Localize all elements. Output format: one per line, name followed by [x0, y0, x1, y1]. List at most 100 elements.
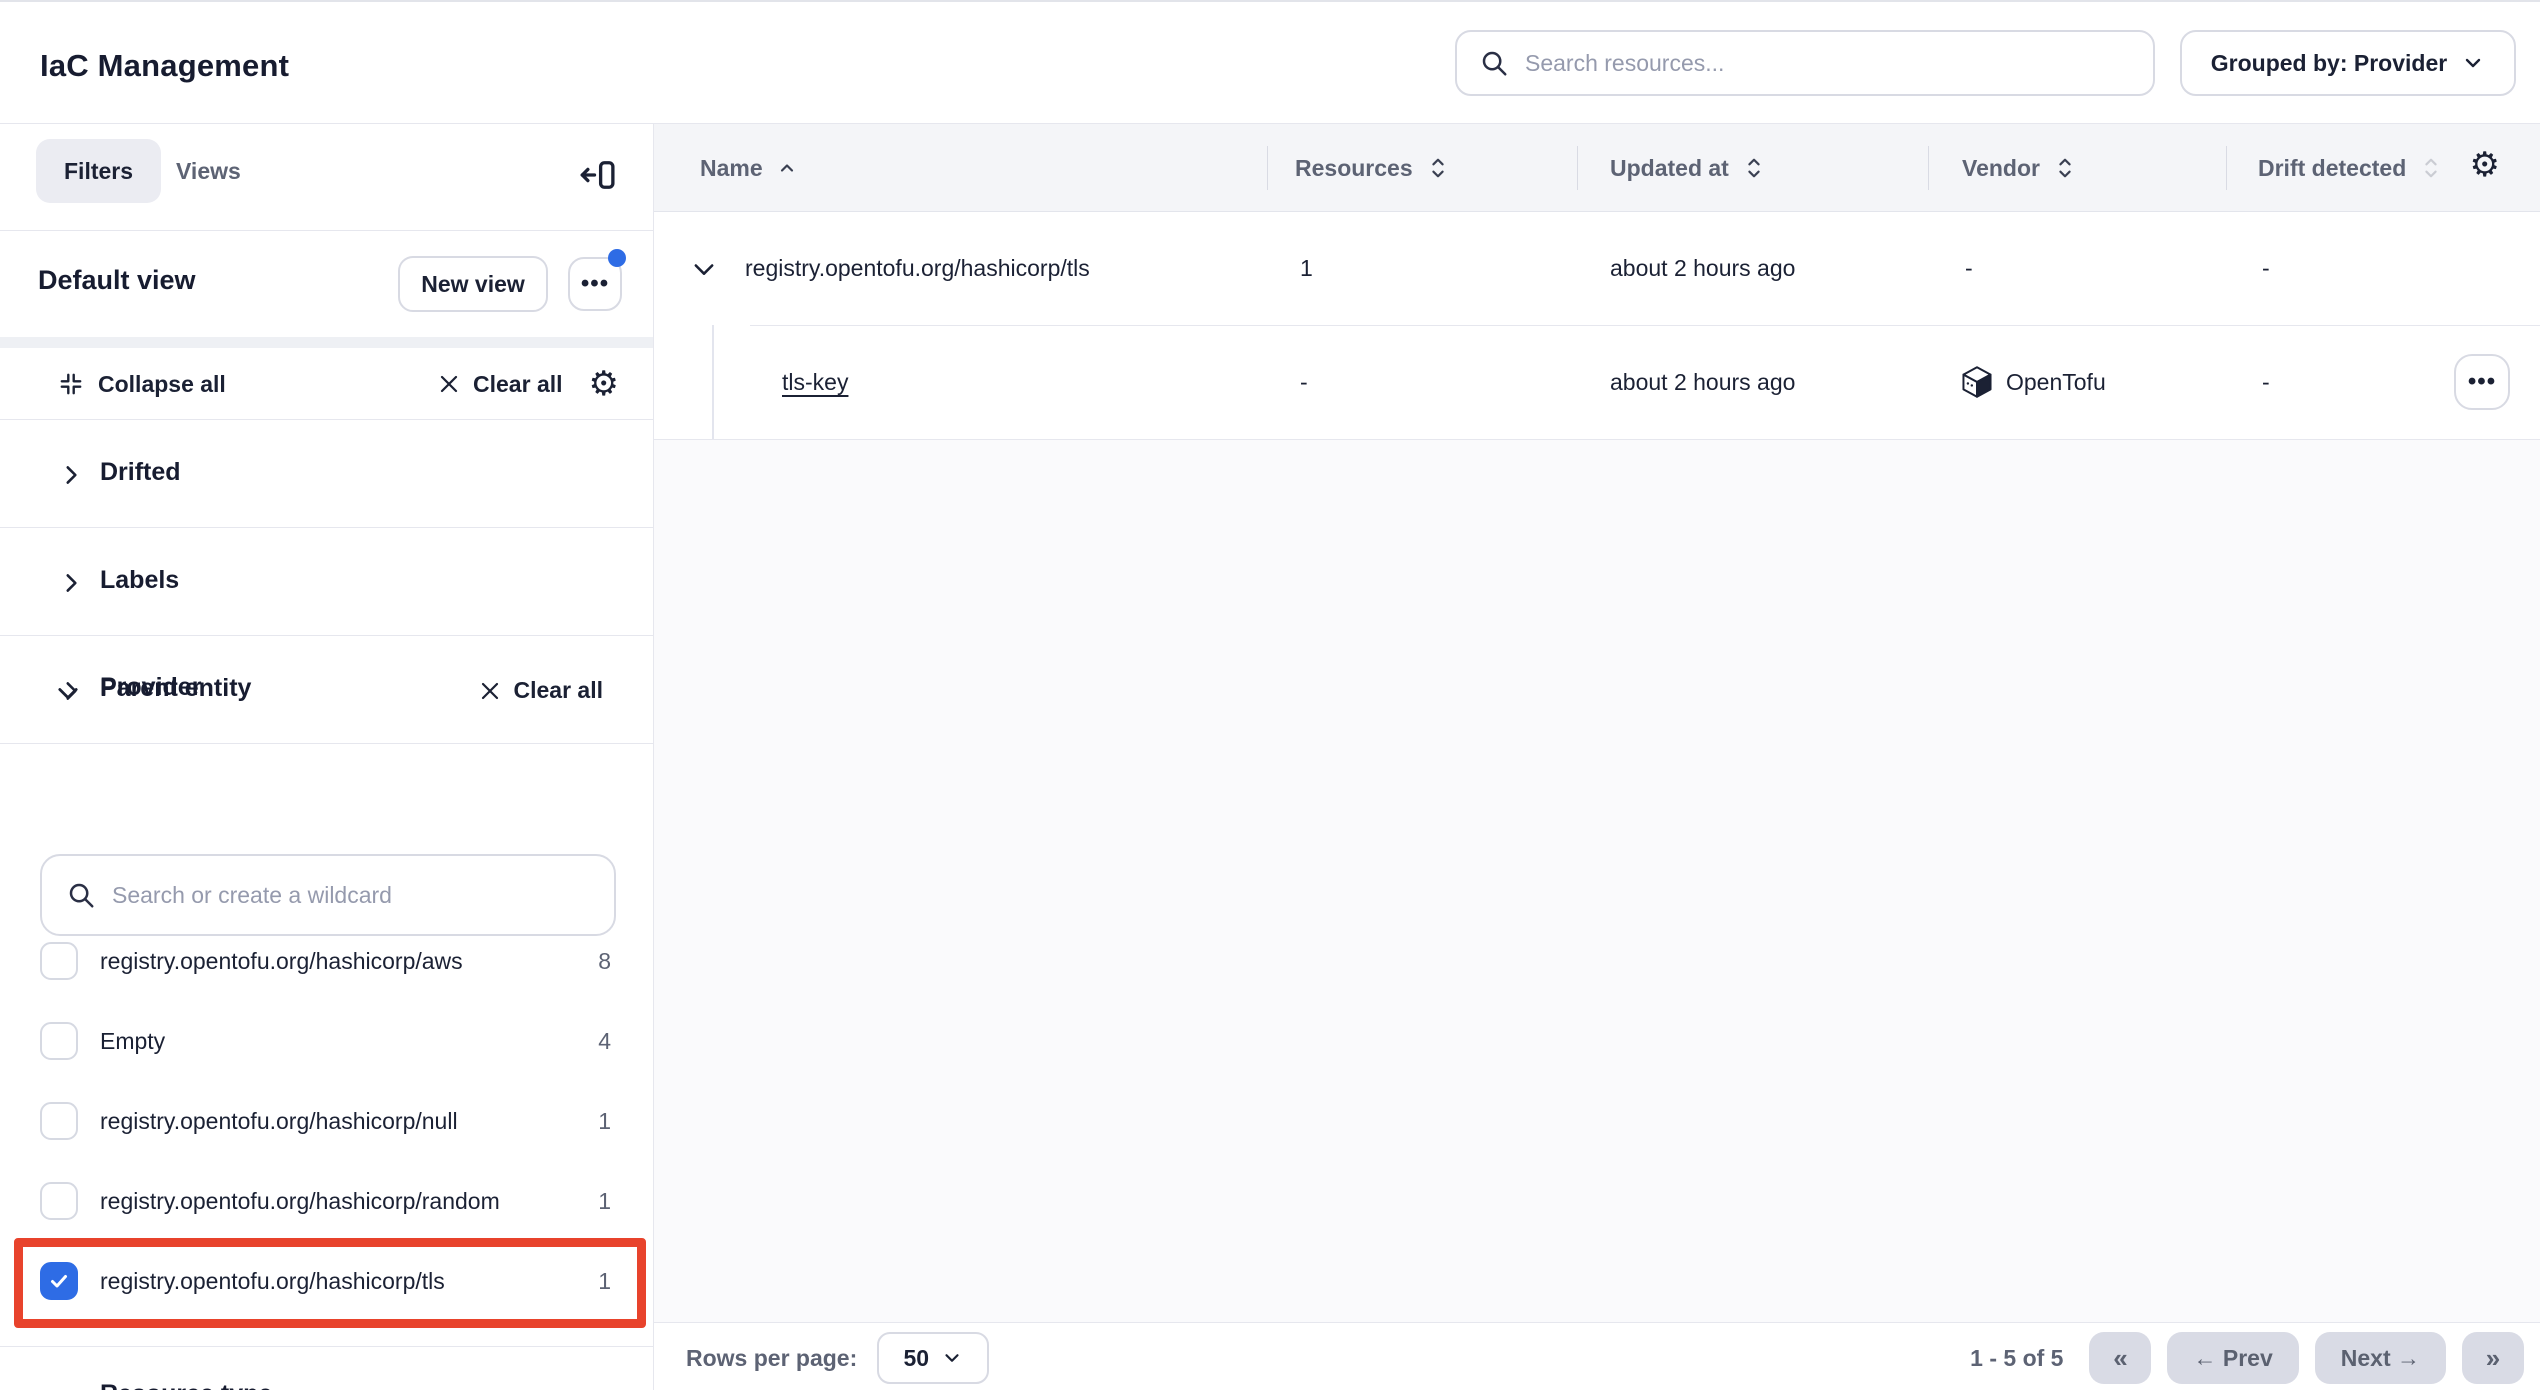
table-settings-gear-icon[interactable]: ⚙ — [2470, 148, 2500, 182]
page-title: IaC Management — [40, 48, 289, 84]
close-icon — [437, 372, 461, 396]
option-label: Empty — [100, 1028, 165, 1055]
collapse-sidebar-icon[interactable] — [577, 154, 619, 196]
column-header-updated-at[interactable]: Updated at — [1610, 124, 1765, 212]
prev-page-button[interactable]: ← Prev — [2167, 1332, 2298, 1384]
section-label: Provider — [100, 673, 201, 702]
column-label: Updated at — [1610, 155, 1729, 182]
clear-all-button[interactable]: Clear all — [437, 371, 563, 398]
search-icon — [66, 880, 96, 910]
chevron-down-icon[interactable] — [690, 212, 718, 325]
section-label: Resource type — [100, 1380, 272, 1390]
provider-option[interactable]: registry.opentofu.org/hashicorp/aws 8 — [0, 921, 653, 1001]
collapse-all-button[interactable]: Collapse all — [58, 348, 226, 420]
top-header: IaC Management Grouped by: Provider — [0, 2, 2540, 124]
resource-search[interactable] — [1455, 30, 2155, 96]
column-label: Resources — [1295, 155, 1413, 182]
sort-icon — [2420, 156, 2442, 180]
column-label: Drift detected — [2258, 155, 2406, 182]
rows-per-page: Rows per page: 50 — [686, 1323, 989, 1390]
checkbox-unchecked[interactable] — [40, 1022, 78, 1060]
column-header-resources[interactable]: Resources — [1295, 124, 1449, 212]
cell-vendor: - — [1965, 212, 1973, 325]
current-view-row: Default view New view ••• — [0, 231, 653, 337]
column-header-vendor[interactable]: Vendor — [1962, 124, 2076, 212]
search-icon — [1479, 48, 1509, 78]
tab-views[interactable]: Views — [176, 139, 241, 203]
wildcard-search-input[interactable] — [112, 882, 590, 909]
grouped-by-dropdown[interactable]: Grouped by: Provider — [2180, 30, 2516, 96]
provider-options-list: registry.opentofu.org/hashicorp/aws 8 Em… — [0, 921, 653, 1321]
pagination: 1 - 5 of 5 « ← Prev Next → » — [1970, 1323, 2524, 1390]
checkbox-unchecked[interactable] — [40, 1102, 78, 1140]
sort-icon — [1427, 156, 1449, 180]
checkbox-unchecked[interactable] — [40, 942, 78, 980]
last-page-button[interactable]: » — [2462, 1332, 2524, 1384]
collapse-all-icon — [58, 371, 84, 397]
chevron-down-icon[interactable] — [54, 679, 82, 707]
provider-option[interactable]: registry.opentofu.org/hashicorp/null 1 — [0, 1081, 653, 1161]
option-label: registry.opentofu.org/hashicorp/tls — [100, 1268, 445, 1295]
cell-drift: - — [2262, 212, 2270, 325]
option-label: registry.opentofu.org/hashicorp/aws — [100, 948, 463, 975]
rows-per-page-select[interactable]: 50 — [877, 1332, 989, 1384]
cell-drift: - — [2262, 325, 2270, 439]
option-count: 4 — [598, 1028, 611, 1055]
search-input[interactable] — [1525, 50, 2131, 77]
row-actions-button[interactable]: ••• — [2454, 354, 2510, 410]
next-page-button[interactable]: Next → — [2315, 1332, 2446, 1384]
provider-option[interactable]: Empty 4 — [0, 1001, 653, 1081]
rows-per-page-label: Rows per page: — [686, 1345, 857, 1372]
sort-icon — [1743, 156, 1765, 180]
chevron-right-icon — [58, 570, 84, 596]
sidebar-tabs: Filters Views — [0, 124, 653, 231]
provider-option-selected[interactable]: registry.opentofu.org/hashicorp/tls 1 — [0, 1241, 653, 1321]
cell-name: tls-key — [782, 325, 848, 439]
filter-section-resource-type[interactable]: Resource type — [0, 1372, 653, 1390]
chevron-right-icon — [58, 462, 84, 488]
provider-option[interactable]: registry.opentofu.org/hashicorp/random 1 — [0, 1161, 653, 1241]
table-footer: Rows per page: 50 1 - 5 of 5 « ← Prev Ne… — [654, 1322, 2540, 1390]
table-rows: registry.opentofu.org/hashicorp/tls 1 ab… — [654, 212, 2540, 440]
collapse-all-label: Collapse all — [98, 371, 226, 398]
filter-section-labels[interactable]: Labels — [0, 528, 653, 636]
filter-section-provider: Provider Clear all — [0, 633, 653, 745]
filter-section-drifted[interactable]: Drifted — [0, 420, 653, 528]
column-header-name[interactable]: Name — [700, 124, 797, 212]
opentofu-logo-icon — [1962, 366, 1992, 398]
option-label: registry.opentofu.org/hashicorp/null — [100, 1108, 458, 1135]
column-divider — [2226, 146, 2227, 190]
resource-link[interactable]: tls-key — [782, 369, 848, 396]
option-count: 1 — [598, 1188, 611, 1215]
first-page-button[interactable]: « — [2089, 1332, 2151, 1384]
cell-resources: - — [1300, 325, 1308, 439]
column-divider — [1577, 146, 1578, 190]
option-label: registry.opentofu.org/hashicorp/random — [100, 1188, 500, 1215]
table-header: Name Resources Updated at — [654, 124, 2540, 212]
filters-toolbar: Collapse all Clear all ⚙ — [0, 348, 653, 420]
column-divider — [1267, 146, 1268, 190]
chevron-down-icon — [2461, 51, 2485, 75]
column-header-drift-detected[interactable]: Drift detected — [2258, 124, 2442, 212]
tab-filters[interactable]: Filters — [36, 139, 161, 203]
new-view-button[interactable]: New view — [398, 256, 548, 312]
notification-dot — [608, 249, 626, 267]
cell-updated-at: about 2 hours ago — [1610, 212, 1795, 325]
checkbox-checked[interactable] — [40, 1262, 78, 1300]
section-label: Labels — [100, 566, 179, 595]
section-label: Drifted — [100, 458, 181, 487]
table-row-group[interactable]: registry.opentofu.org/hashicorp/tls 1 ab… — [654, 212, 2540, 325]
provider-clear-all-button[interactable]: Clear all — [478, 677, 604, 704]
option-count: 1 — [598, 1268, 611, 1295]
column-label: Name — [700, 155, 763, 182]
resources-table: Name Resources Updated at — [654, 124, 2540, 1390]
close-icon — [478, 679, 502, 703]
table-row[interactable]: tls-key - about 2 hours ago OpenT — [654, 325, 2540, 439]
clear-all-label: Clear all — [473, 371, 563, 398]
filters-sidebar: Filters Views Default view New view ••• — [0, 124, 654, 1390]
checkbox-unchecked[interactable] — [40, 1182, 78, 1220]
column-divider — [1928, 146, 1929, 190]
gear-icon[interactable]: ⚙ — [589, 367, 619, 401]
divider — [0, 337, 653, 348]
chevron-down-icon — [941, 1347, 963, 1369]
